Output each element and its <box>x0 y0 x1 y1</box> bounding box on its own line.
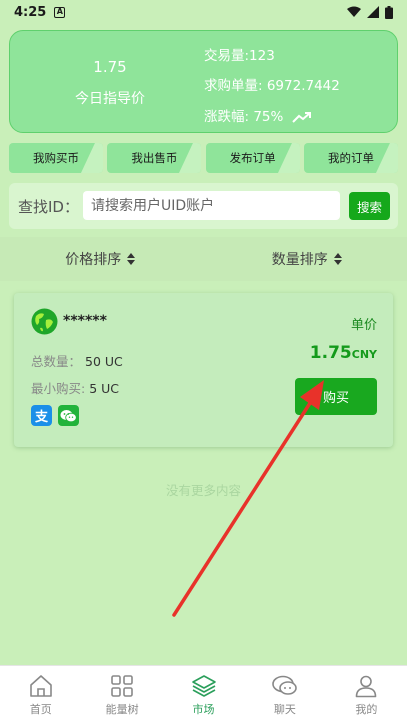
signal-icon <box>367 6 379 18</box>
home-icon <box>29 675 52 697</box>
total-quantity-label: 总数量： <box>31 354 82 369</box>
total-quantity-value: 50 UC <box>85 354 123 369</box>
price-summary-card: 1.75 今日指导价 交易量:123 求购单量: 6972.7442 涨跌幅: … <box>9 30 398 133</box>
min-purchase-value: 5 UC <box>89 381 120 396</box>
nav-energy-tree[interactable]: 能量树 <box>81 666 162 725</box>
quantity-sort-label: 数量排序 <box>271 252 328 268</box>
battery-icon <box>385 5 393 19</box>
wifi-icon <box>347 6 361 17</box>
notification-icon: A <box>54 6 66 18</box>
sort-icon <box>127 253 136 265</box>
unit-price-label: 单价 <box>350 318 377 333</box>
search-label: 查找ID： <box>18 198 79 216</box>
user-icon <box>356 675 377 698</box>
trending-up-icon <box>291 112 311 123</box>
grid-icon <box>111 675 133 697</box>
sell-coin-button[interactable]: 我出售币 <box>107 143 202 173</box>
nav-home-label: 首页 <box>29 703 52 716</box>
order-card: ****** 单价 1.75CNY 总数量： 50 UC 最小购买: 5 UC … <box>14 293 393 447</box>
wechat-pay-icon <box>58 405 79 426</box>
layers-icon <box>191 675 216 697</box>
globe-avatar-icon <box>31 308 58 335</box>
guide-price-label: 今日指导价 <box>75 91 145 107</box>
unit-price-currency: CNY <box>351 348 377 361</box>
nav-market[interactable]: 市场 <box>163 666 244 725</box>
unit-price-value: 1.75 <box>309 343 352 363</box>
trade-volume: 交易量:123 <box>204 48 275 64</box>
sort-icon <box>333 253 342 265</box>
price-change: 涨跌幅: 75% <box>204 105 312 125</box>
status-bar: 4:25 A <box>0 0 407 24</box>
unit-price: 1.75CNY <box>310 343 377 363</box>
publish-order-button[interactable]: 发布订单 <box>205 143 300 173</box>
chat-icon <box>272 675 297 695</box>
nav-profile[interactable]: 我的 <box>326 666 407 725</box>
quantity-sort-button[interactable]: 数量排序 <box>200 237 407 281</box>
status-icons <box>347 5 393 19</box>
min-purchase-label: 最小购买: <box>31 381 86 396</box>
bottom-nav: 首页 能量树 市场 聊天 我的 <box>0 665 407 725</box>
search-input[interactable] <box>83 191 340 220</box>
seller-username: ****** <box>63 313 107 329</box>
action-bar: 我购买币 我出售币 发布订单 我的订单 <box>9 143 398 173</box>
nav-profile-label: 我的 <box>355 703 378 716</box>
nav-market-label: 市场 <box>192 703 215 716</box>
status-time: 4:25 <box>14 4 47 20</box>
price-sort-label: 价格排序 <box>65 252 122 268</box>
buy-order-volume: 求购单量: 6972.7442 <box>204 78 340 94</box>
min-purchase: 最小购买: 5 UC <box>31 378 119 397</box>
price-change-text: 涨跌幅: 75% <box>204 109 284 125</box>
no-more-content-text: 没有更多内容 <box>165 483 241 498</box>
my-orders-button[interactable]: 我的订单 <box>303 143 398 173</box>
payment-methods: 支 <box>31 405 79 426</box>
alipay-icon: 支 <box>31 405 52 426</box>
guide-price-value: 1.75 <box>93 58 127 76</box>
search-button[interactable]: 搜索 <box>349 192 390 220</box>
nav-energy-tree-label: 能量树 <box>105 703 139 716</box>
nav-home[interactable]: 首页 <box>0 666 81 725</box>
buy-button[interactable]: 购买 <box>295 378 377 415</box>
search-bar: 查找ID： 搜索 <box>9 183 398 229</box>
nav-chat-label: 聊天 <box>273 703 296 716</box>
total-quantity: 总数量： 50 UC <box>31 351 123 370</box>
price-sort-button[interactable]: 价格排序 <box>0 237 201 281</box>
sort-header: 价格排序 数量排序 <box>0 237 407 281</box>
nav-chat[interactable]: 聊天 <box>244 666 325 725</box>
buy-coin-button[interactable]: 我购买币 <box>9 143 103 173</box>
